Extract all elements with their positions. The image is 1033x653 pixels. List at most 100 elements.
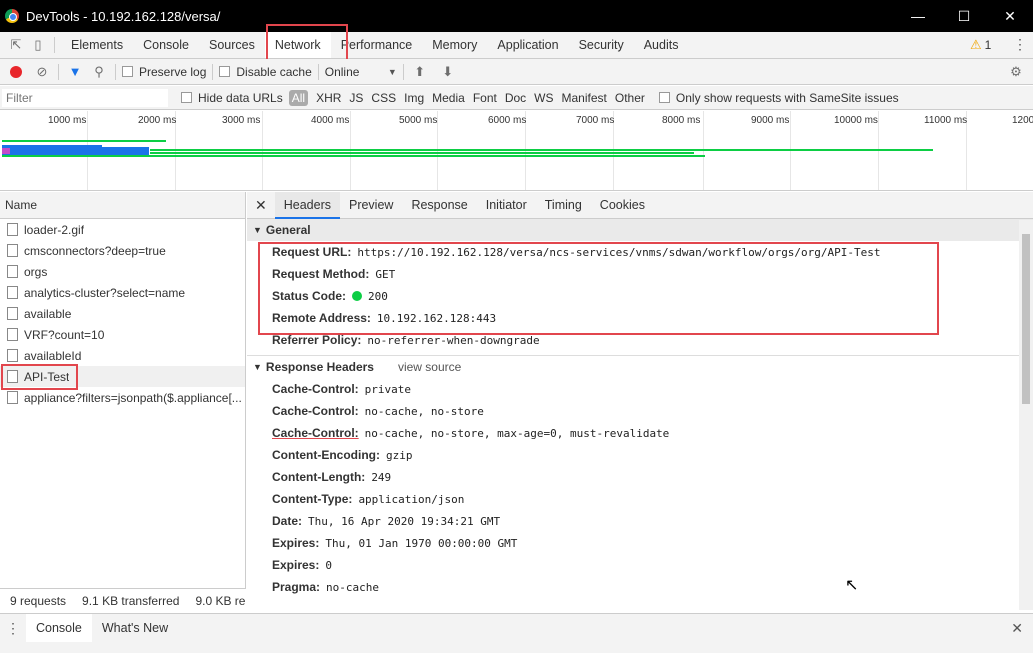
samesite-checkbox[interactable] (658, 92, 670, 103)
timeline-bar (150, 152, 694, 154)
network-status-bar: 9 requests 9.1 KB transferred 9.0 KB re (0, 588, 246, 612)
divider (317, 63, 319, 80)
tab-memory[interactable]: Memory (422, 32, 487, 58)
response-header-row: Date: Thu, 16 Apr 2020 19:34:21 GMT (272, 514, 501, 528)
tab-application[interactable]: Application (487, 32, 568, 58)
response-header-row: Expires: Thu, 01 Jan 1970 00:00:00 GMT (272, 536, 518, 550)
hide-data-urls-checkbox[interactable] (181, 92, 192, 103)
type-filter-js[interactable]: JS (345, 91, 367, 105)
type-filter-manifest[interactable]: Manifest (558, 91, 611, 105)
tab-network[interactable]: Network (264, 32, 331, 58)
request-row[interactable]: analytics-cluster?select=name (0, 282, 245, 303)
tab-response[interactable]: Response (402, 192, 476, 219)
warning-icon: ⚠ (970, 37, 982, 52)
tab-security[interactable]: Security (569, 32, 634, 58)
timeline-bar (2, 140, 166, 142)
drawer-menu-icon[interactable]: ⋮ (0, 620, 26, 637)
file-icon (7, 244, 18, 257)
file-icon (7, 328, 18, 341)
timeline-overview[interactable]: 1000 ms 2000 ms 3000 ms 4000 ms 5000 ms … (0, 111, 1033, 191)
request-row[interactable]: loader-2.gif (0, 219, 245, 240)
general-section-header[interactable]: ▼ General (247, 219, 1033, 241)
filter-icon[interactable]: ▼ (65, 62, 85, 82)
view-source-link[interactable]: view source (398, 360, 461, 374)
tab-console[interactable]: Console (133, 32, 199, 58)
transferred-size: 9.1 KB transferred (82, 593, 180, 608)
response-headers-section-header[interactable]: ▼ Response Headers view source (247, 356, 1033, 378)
search-icon[interactable]: ⚲ (89, 62, 109, 82)
drawer-tab-whats-new[interactable]: What's New (92, 614, 178, 642)
clear-icon[interactable]: ⊘ (32, 62, 52, 82)
tab-cookies[interactable]: Cookies (591, 192, 654, 219)
timeline-bar (150, 149, 933, 151)
maximize-icon[interactable]: ☐ (941, 0, 987, 32)
timeline-bar (2, 148, 10, 154)
timeline-tick: 11000 ms (924, 111, 967, 190)
request-row[interactable]: appliance?filters=jsonpath($.appliance[.… (0, 387, 245, 408)
timeline-tick: 4000 ms (311, 111, 351, 190)
more-options-icon[interactable]: ⋮ (1013, 36, 1027, 53)
tab-audits[interactable]: Audits (634, 32, 689, 58)
file-icon (7, 307, 18, 320)
samesite-label: Only show requests with SameSite issues (675, 90, 899, 105)
timeline-tick: 8000 ms (662, 111, 704, 190)
request-row[interactable]: cmsconnectors?deep=true (0, 240, 245, 261)
details-scrollbar[interactable] (1019, 220, 1033, 610)
divider (54, 37, 55, 53)
import-har-icon[interactable]: ⬆ (410, 62, 430, 82)
export-har-icon[interactable]: ⬇ (438, 62, 458, 82)
window-titlebar: DevTools - 10.192.162.128/versa/ — ☐ ✕ (0, 0, 1033, 32)
triangle-down-icon: ▼ (253, 362, 262, 372)
throttle-select[interactable]: Online ▼ (325, 65, 397, 79)
timeline-tick: 10000 ms (834, 111, 879, 190)
request-row[interactable]: orgs (0, 261, 245, 282)
console-drawer: ⋮ Console What's New ✕ (0, 613, 1033, 653)
drawer-tab-console[interactable]: Console (26, 614, 92, 642)
type-filter-css[interactable]: CSS (367, 91, 400, 105)
name-column-header[interactable]: Name (0, 192, 245, 219)
scrollbar-thumb[interactable] (1022, 234, 1030, 404)
type-filter-other[interactable]: Other (611, 91, 649, 105)
request-list: Name loader-2.gif cmsconnectors?deep=tru… (0, 192, 246, 612)
type-filter-all[interactable]: All (288, 89, 309, 106)
request-details: ✕ Headers Preview Response Initiator Tim… (247, 191, 1033, 612)
response-headers-title: Response Headers (265, 360, 374, 374)
timeline-tick: 9000 ms (751, 111, 791, 190)
device-toolbar-icon[interactable]: ▯ (28, 35, 48, 55)
request-row-selected[interactable]: API-Test (0, 366, 245, 387)
general-row: Status Code: 200 (272, 289, 388, 303)
disable-cache-checkbox[interactable] (219, 66, 231, 77)
warnings-badge[interactable]: ⚠ 1 (970, 37, 991, 53)
minimize-icon[interactable]: — (895, 0, 941, 32)
type-filter-media[interactable]: Media (428, 91, 469, 105)
close-window-icon[interactable]: ✕ (987, 0, 1033, 32)
tab-elements[interactable]: Elements (61, 32, 133, 58)
type-filter-img[interactable]: Img (400, 91, 428, 105)
type-filter-xhr[interactable]: XHR (312, 91, 345, 105)
tab-initiator[interactable]: Initiator (477, 192, 536, 219)
type-filter-doc[interactable]: Doc (501, 91, 530, 105)
type-filter-font[interactable]: Font (469, 91, 501, 105)
status-ok-icon (352, 291, 363, 301)
tab-preview[interactable]: Preview (340, 192, 402, 219)
type-filter-ws[interactable]: WS (530, 91, 557, 105)
request-row[interactable]: availableId (0, 345, 245, 366)
close-drawer-icon[interactable]: ✕ (1011, 620, 1023, 637)
tab-timing[interactable]: Timing (536, 192, 591, 219)
filter-input[interactable] (2, 88, 168, 107)
tab-sources[interactable]: Sources (199, 32, 265, 58)
close-details-icon[interactable]: ✕ (247, 192, 275, 219)
file-icon (7, 265, 18, 278)
divider (115, 63, 116, 80)
request-row[interactable]: available (0, 303, 245, 324)
tab-performance[interactable]: Performance (331, 32, 423, 58)
tab-headers[interactable]: Headers (274, 191, 340, 219)
record-icon[interactable] (10, 65, 22, 78)
preserve-log-checkbox[interactable] (122, 66, 133, 77)
settings-gear-icon[interactable]: ⚙ (1006, 62, 1026, 82)
mouse-cursor-icon: ↖ (845, 577, 859, 594)
preserve-log-label: Preserve log (139, 64, 207, 79)
inspect-element-icon[interactable]: ⇱ (6, 35, 26, 55)
file-icon (7, 223, 18, 236)
request-row[interactable]: VRF?count=10 (0, 324, 245, 345)
